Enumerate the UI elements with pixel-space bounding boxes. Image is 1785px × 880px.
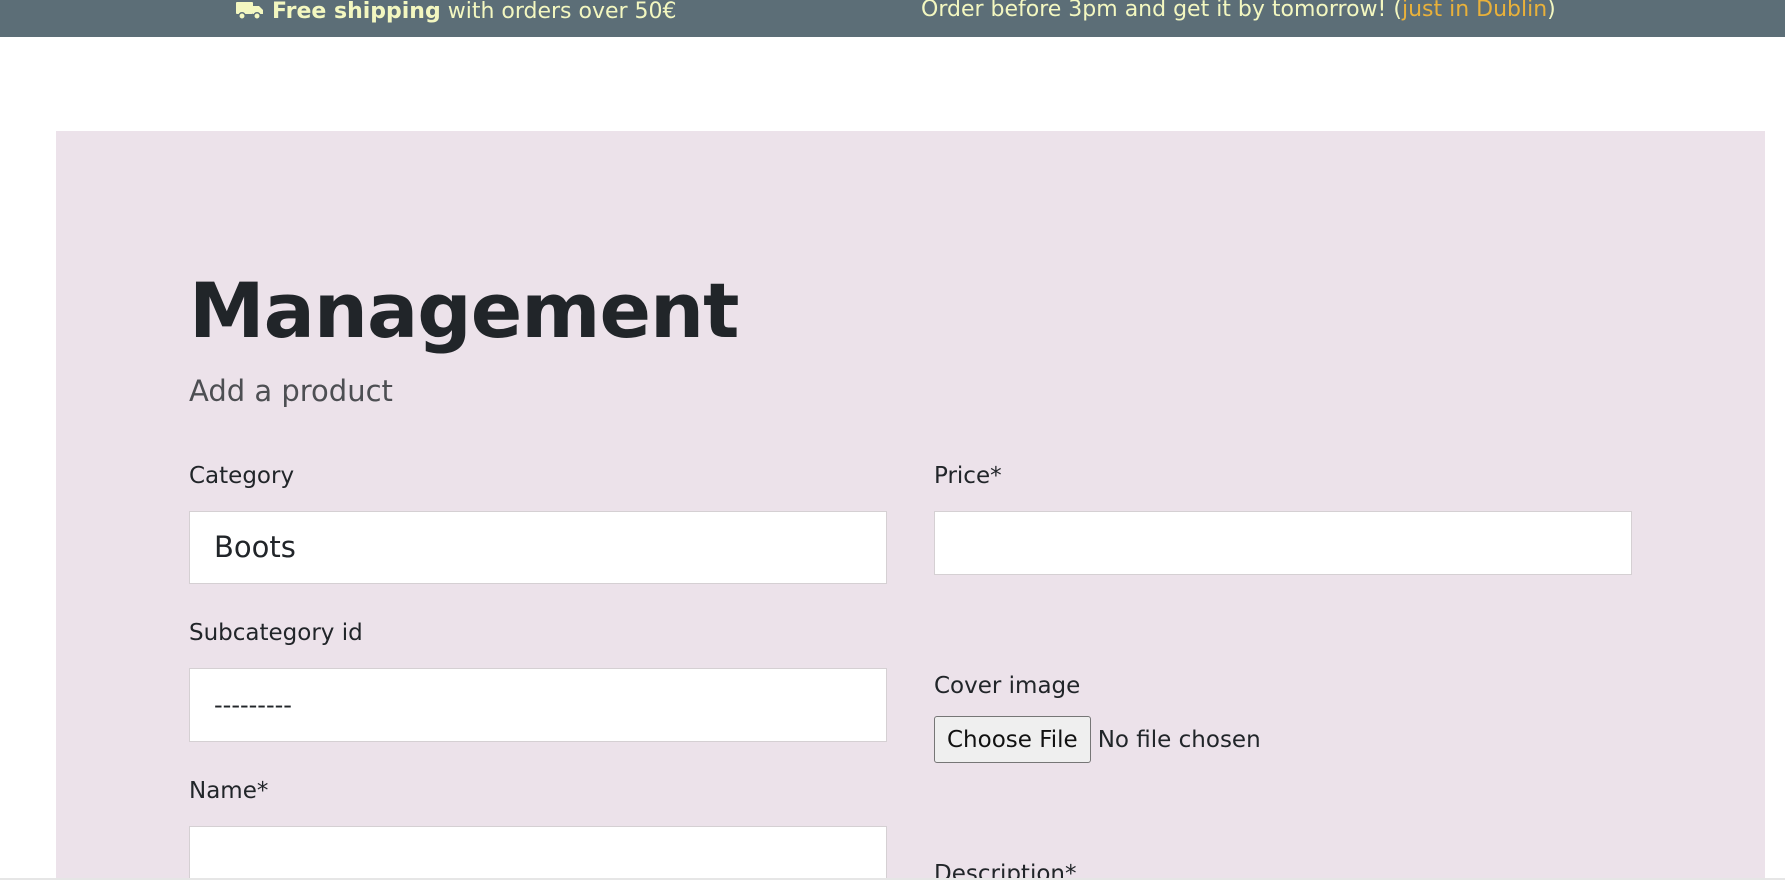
subcategory-select[interactable]: --------- [189,668,887,742]
description-label: Description* [934,861,1077,880]
delivery-text: Order before 3pm and get it by tomorrow!… [921,0,1402,22]
top-announcement-bar: Free shipping with orders over 50€ Order… [0,0,1785,37]
cover-image-label: Cover image [934,673,1081,699]
name-input[interactable] [189,826,887,880]
cover-image-field: Choose File No file chosen [934,716,1261,763]
price-input[interactable] [934,511,1632,575]
management-panel [56,131,1765,880]
page-subtitle: Add a product [189,374,393,408]
delivery-close: ) [1547,0,1556,22]
free-shipping-message: Free shipping with orders over 50€ [236,0,677,23]
delivery-message: Order before 3pm and get it by tomorrow!… [921,0,1556,22]
price-label: Price* [934,463,1002,489]
name-label: Name* [189,778,269,804]
truck-icon [236,0,264,24]
page-title: Management [189,266,739,355]
category-select[interactable]: Boots [189,511,887,584]
free-shipping-bold: Free shipping [272,0,441,24]
subcategory-label: Subcategory id [189,620,363,646]
file-status-text: No file chosen [1097,726,1261,753]
free-shipping-rest: with orders over 50€ [440,0,677,24]
delivery-location: just in Dublin [1401,0,1548,22]
category-label: Category [189,463,295,489]
choose-file-button[interactable]: Choose File [934,716,1091,763]
